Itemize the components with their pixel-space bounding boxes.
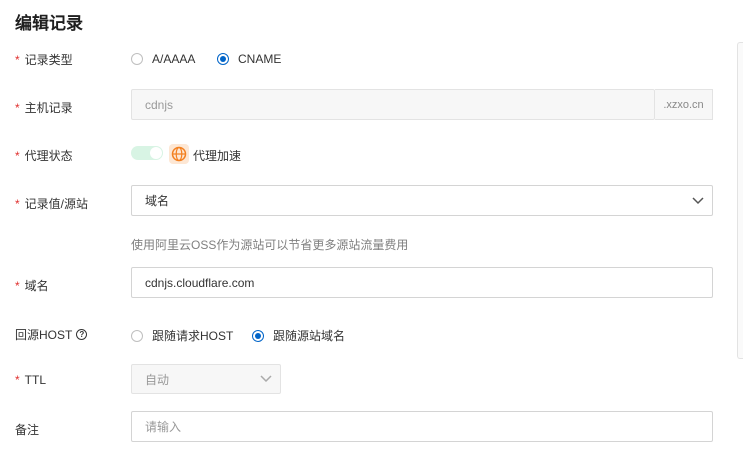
radio-circle-checked[interactable] xyxy=(217,53,229,65)
record-type-label: * 记录类型 xyxy=(15,52,73,68)
origin-hint: 使用阿里云OSS作为源站可以节省更多源站流量费用 xyxy=(131,238,409,252)
radio-follow-request-host[interactable]: 跟随请求HOST xyxy=(131,327,233,344)
ttl-label: * TTL xyxy=(15,373,47,387)
proxy-toggle[interactable] xyxy=(131,146,163,160)
host-suffix: .xzxo.cn xyxy=(655,89,713,120)
domain-label: * 域名 xyxy=(15,278,49,294)
required-mark: * xyxy=(15,196,20,211)
record-value-label: * 记录值/源站 xyxy=(15,196,89,212)
required-mark: * xyxy=(15,100,20,115)
radio-circle[interactable] xyxy=(131,329,143,342)
required-mark: * xyxy=(15,373,20,387)
required-mark: * xyxy=(15,148,20,163)
radio-follow-origin-domain[interactable]: 跟随源站域名 xyxy=(252,327,345,344)
host-label: * 主机记录 xyxy=(15,100,73,116)
globe-icon xyxy=(169,144,189,164)
dialog-title: 编辑记录 xyxy=(15,14,83,33)
origin-host-label: 回源HOST ? xyxy=(15,326,88,343)
host-input[interactable]: cdnjs xyxy=(131,89,655,120)
radio-cname[interactable]: CNAME xyxy=(217,52,281,66)
domain-input[interactable]: cdnjs.cloudflare.com xyxy=(131,267,713,298)
radio-a-aaaa[interactable]: A/AAAA xyxy=(131,52,195,66)
chevron-down-icon xyxy=(692,196,704,204)
radio-circle-checked[interactable] xyxy=(252,329,264,342)
remark-label: 备注 xyxy=(15,423,40,437)
proxy-status-text: 代理加速 xyxy=(193,149,242,163)
radio-circle[interactable] xyxy=(131,53,143,65)
record-value-select[interactable]: 域名 xyxy=(131,185,713,216)
scrollbar[interactable] xyxy=(737,42,743,359)
proxy-label: * 代理状态 xyxy=(15,148,73,164)
ttl-select[interactable]: 自动 xyxy=(131,364,281,394)
help-icon[interactable]: ? xyxy=(76,329,88,340)
required-mark: * xyxy=(15,52,20,67)
remark-input[interactable]: 请输入 xyxy=(131,411,713,442)
chevron-down-icon xyxy=(260,375,272,383)
required-mark: * xyxy=(15,278,20,293)
